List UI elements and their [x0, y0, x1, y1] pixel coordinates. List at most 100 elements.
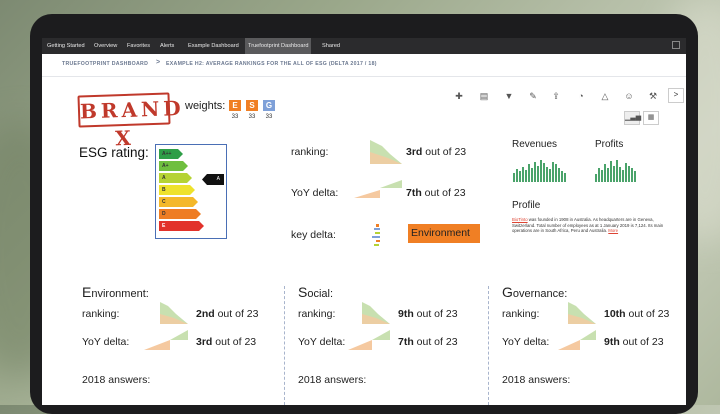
environment-ranking-label: ranking:	[82, 308, 120, 320]
environment-ranking-sparkline	[160, 302, 188, 324]
filter-icon[interactable]: ▼	[503, 91, 515, 101]
spark-bar	[528, 164, 530, 182]
spark-bar	[537, 165, 539, 182]
social-ranking-value: 9th out of 23	[398, 308, 458, 320]
yoy-sparkline	[354, 180, 402, 198]
bell-icon[interactable]: △	[599, 91, 611, 102]
environment-yoy-sparkline	[144, 330, 188, 350]
social-heading: Social:	[298, 284, 334, 300]
spark-bar	[543, 163, 545, 182]
governance-yoy-label: YoY delta:	[502, 336, 550, 348]
overall-yoy-value: 7th out of 23	[406, 187, 466, 199]
weight-s-box: S	[246, 100, 258, 111]
tab-shared[interactable]: Shared	[322, 38, 340, 54]
spark-bar	[534, 162, 536, 182]
tab-favorites[interactable]: Favorites	[127, 38, 150, 54]
spark-bar	[561, 171, 563, 182]
spark-bar	[625, 162, 627, 182]
spark-bar	[601, 169, 603, 182]
social-yoy-sparkline	[348, 330, 390, 350]
spark-bar	[610, 161, 612, 182]
rating-band-a: A	[159, 173, 192, 183]
key-delta-label: key delta:	[291, 229, 336, 241]
governance-heading: Governance:	[502, 284, 568, 300]
tab-overview[interactable]: Overview	[94, 38, 117, 54]
table-icon[interactable]: ▦	[643, 111, 659, 125]
spark-bar	[613, 165, 615, 182]
breadcrumb-separator: >	[156, 59, 161, 66]
profile-company-link[interactable]: BioTinto	[512, 217, 528, 222]
rating-band-e: E	[159, 221, 204, 231]
overall-ranking-value: 3rd out of 23	[406, 146, 467, 158]
rating-band-a-plus-plus: A++	[159, 149, 183, 159]
spark-bar	[616, 160, 618, 182]
spark-bar	[628, 165, 630, 182]
section-divider	[488, 286, 489, 405]
spark-bar	[555, 164, 557, 182]
spark-bar	[598, 168, 600, 182]
spark-bar	[607, 168, 609, 182]
tab-alerts[interactable]: Alerts	[160, 38, 174, 54]
environment-yoy-label: YoY delta:	[82, 336, 130, 348]
pie-chart-icon[interactable]: ◔	[575, 91, 587, 101]
governance-yoy-sparkline	[558, 330, 596, 350]
window-icon[interactable]	[672, 41, 680, 49]
spark-bar	[513, 173, 515, 182]
breadcrumb: TRUEFOOTPRINT DASHBOARD > EXAMPLE H2: AV…	[42, 54, 686, 77]
top-nav-bar: Getting Started Overview Favorites Alert…	[42, 38, 686, 54]
esg-energy-label-chart: A++ A+ A B C D E	[155, 144, 227, 239]
side-panel-toggle[interactable]: >	[668, 88, 684, 103]
governance-answers-label: 2018 answers:	[502, 374, 571, 386]
rating-band-a-plus: A+	[159, 161, 188, 171]
brand-logo: BRAND X	[77, 92, 185, 150]
weight-s-value: 33	[248, 114, 256, 120]
social-yoy-value: 7th out of 23	[398, 336, 458, 348]
social-yoy-label: YoY delta:	[298, 336, 346, 348]
spark-bar	[546, 166, 548, 182]
breadcrumb-root[interactable]: TRUEFOOTPRINT DASHBOARD	[62, 61, 148, 67]
social-ranking-sparkline	[362, 302, 390, 324]
spark-bar	[552, 162, 554, 182]
governance-ranking-sparkline	[568, 302, 596, 324]
tab-truefootprint-dashboard[interactable]: Truefootprint Dashboard	[245, 38, 312, 54]
breadcrumb-current: EXAMPLE H2: AVERAGE RANKINGS FOR THE ALL…	[166, 61, 377, 67]
social-ranking-label: ranking:	[298, 308, 336, 320]
users-icon[interactable]: ☺	[623, 91, 635, 101]
weight-g-box: G	[263, 100, 275, 111]
key-delta-chart	[372, 224, 380, 246]
overall-ranking-label: ranking:	[291, 146, 329, 158]
spark-bar	[540, 160, 542, 182]
tab-getting-started[interactable]: Getting Started	[47, 38, 85, 54]
add-user-icon[interactable]: ✚	[453, 91, 465, 102]
environment-yoy-value: 3rd out of 23	[196, 336, 257, 348]
profile-description: BioTinto was founded in 1908 in Australi…	[512, 217, 664, 234]
spark-bar	[634, 171, 636, 182]
wrench-icon[interactable]: ⚒	[647, 91, 659, 102]
ranking-sparkline	[370, 140, 402, 164]
share-icon[interactable]: ⇪	[550, 91, 562, 102]
rating-band-c: C	[159, 197, 198, 207]
social-answers-label: 2018 answers:	[298, 374, 367, 386]
profile-more-link[interactable]: More	[608, 228, 618, 233]
tab-example-dashboard[interactable]: Example Dashboard	[188, 38, 239, 54]
spark-bar	[558, 167, 560, 182]
governance-yoy-value: 9th out of 23	[604, 336, 664, 348]
spark-bar	[631, 168, 633, 182]
section-divider	[284, 286, 285, 405]
pencil-icon[interactable]: ✎	[527, 91, 539, 102]
comment-icon[interactable]: ▤	[478, 91, 490, 102]
revenues-sparkbar	[513, 160, 566, 182]
bar-chart-icon[interactable]: ▁▃▅	[624, 111, 641, 125]
environment-heading: Environment:	[82, 284, 149, 300]
environment-answers-label: 2018 answers:	[82, 374, 151, 386]
spark-bar	[604, 164, 606, 182]
weight-g-value: 33	[265, 114, 273, 120]
environment-ranking-value: 2nd out of 23	[196, 308, 259, 320]
key-delta-badge: Environment	[408, 224, 480, 243]
rating-band-b: B	[159, 185, 195, 195]
spark-bar	[549, 168, 551, 182]
dashboard-screen: Getting Started Overview Favorites Alert…	[42, 38, 686, 405]
spark-bar	[522, 166, 524, 182]
spark-bar	[531, 167, 533, 182]
governance-ranking-label: ranking:	[502, 308, 540, 320]
